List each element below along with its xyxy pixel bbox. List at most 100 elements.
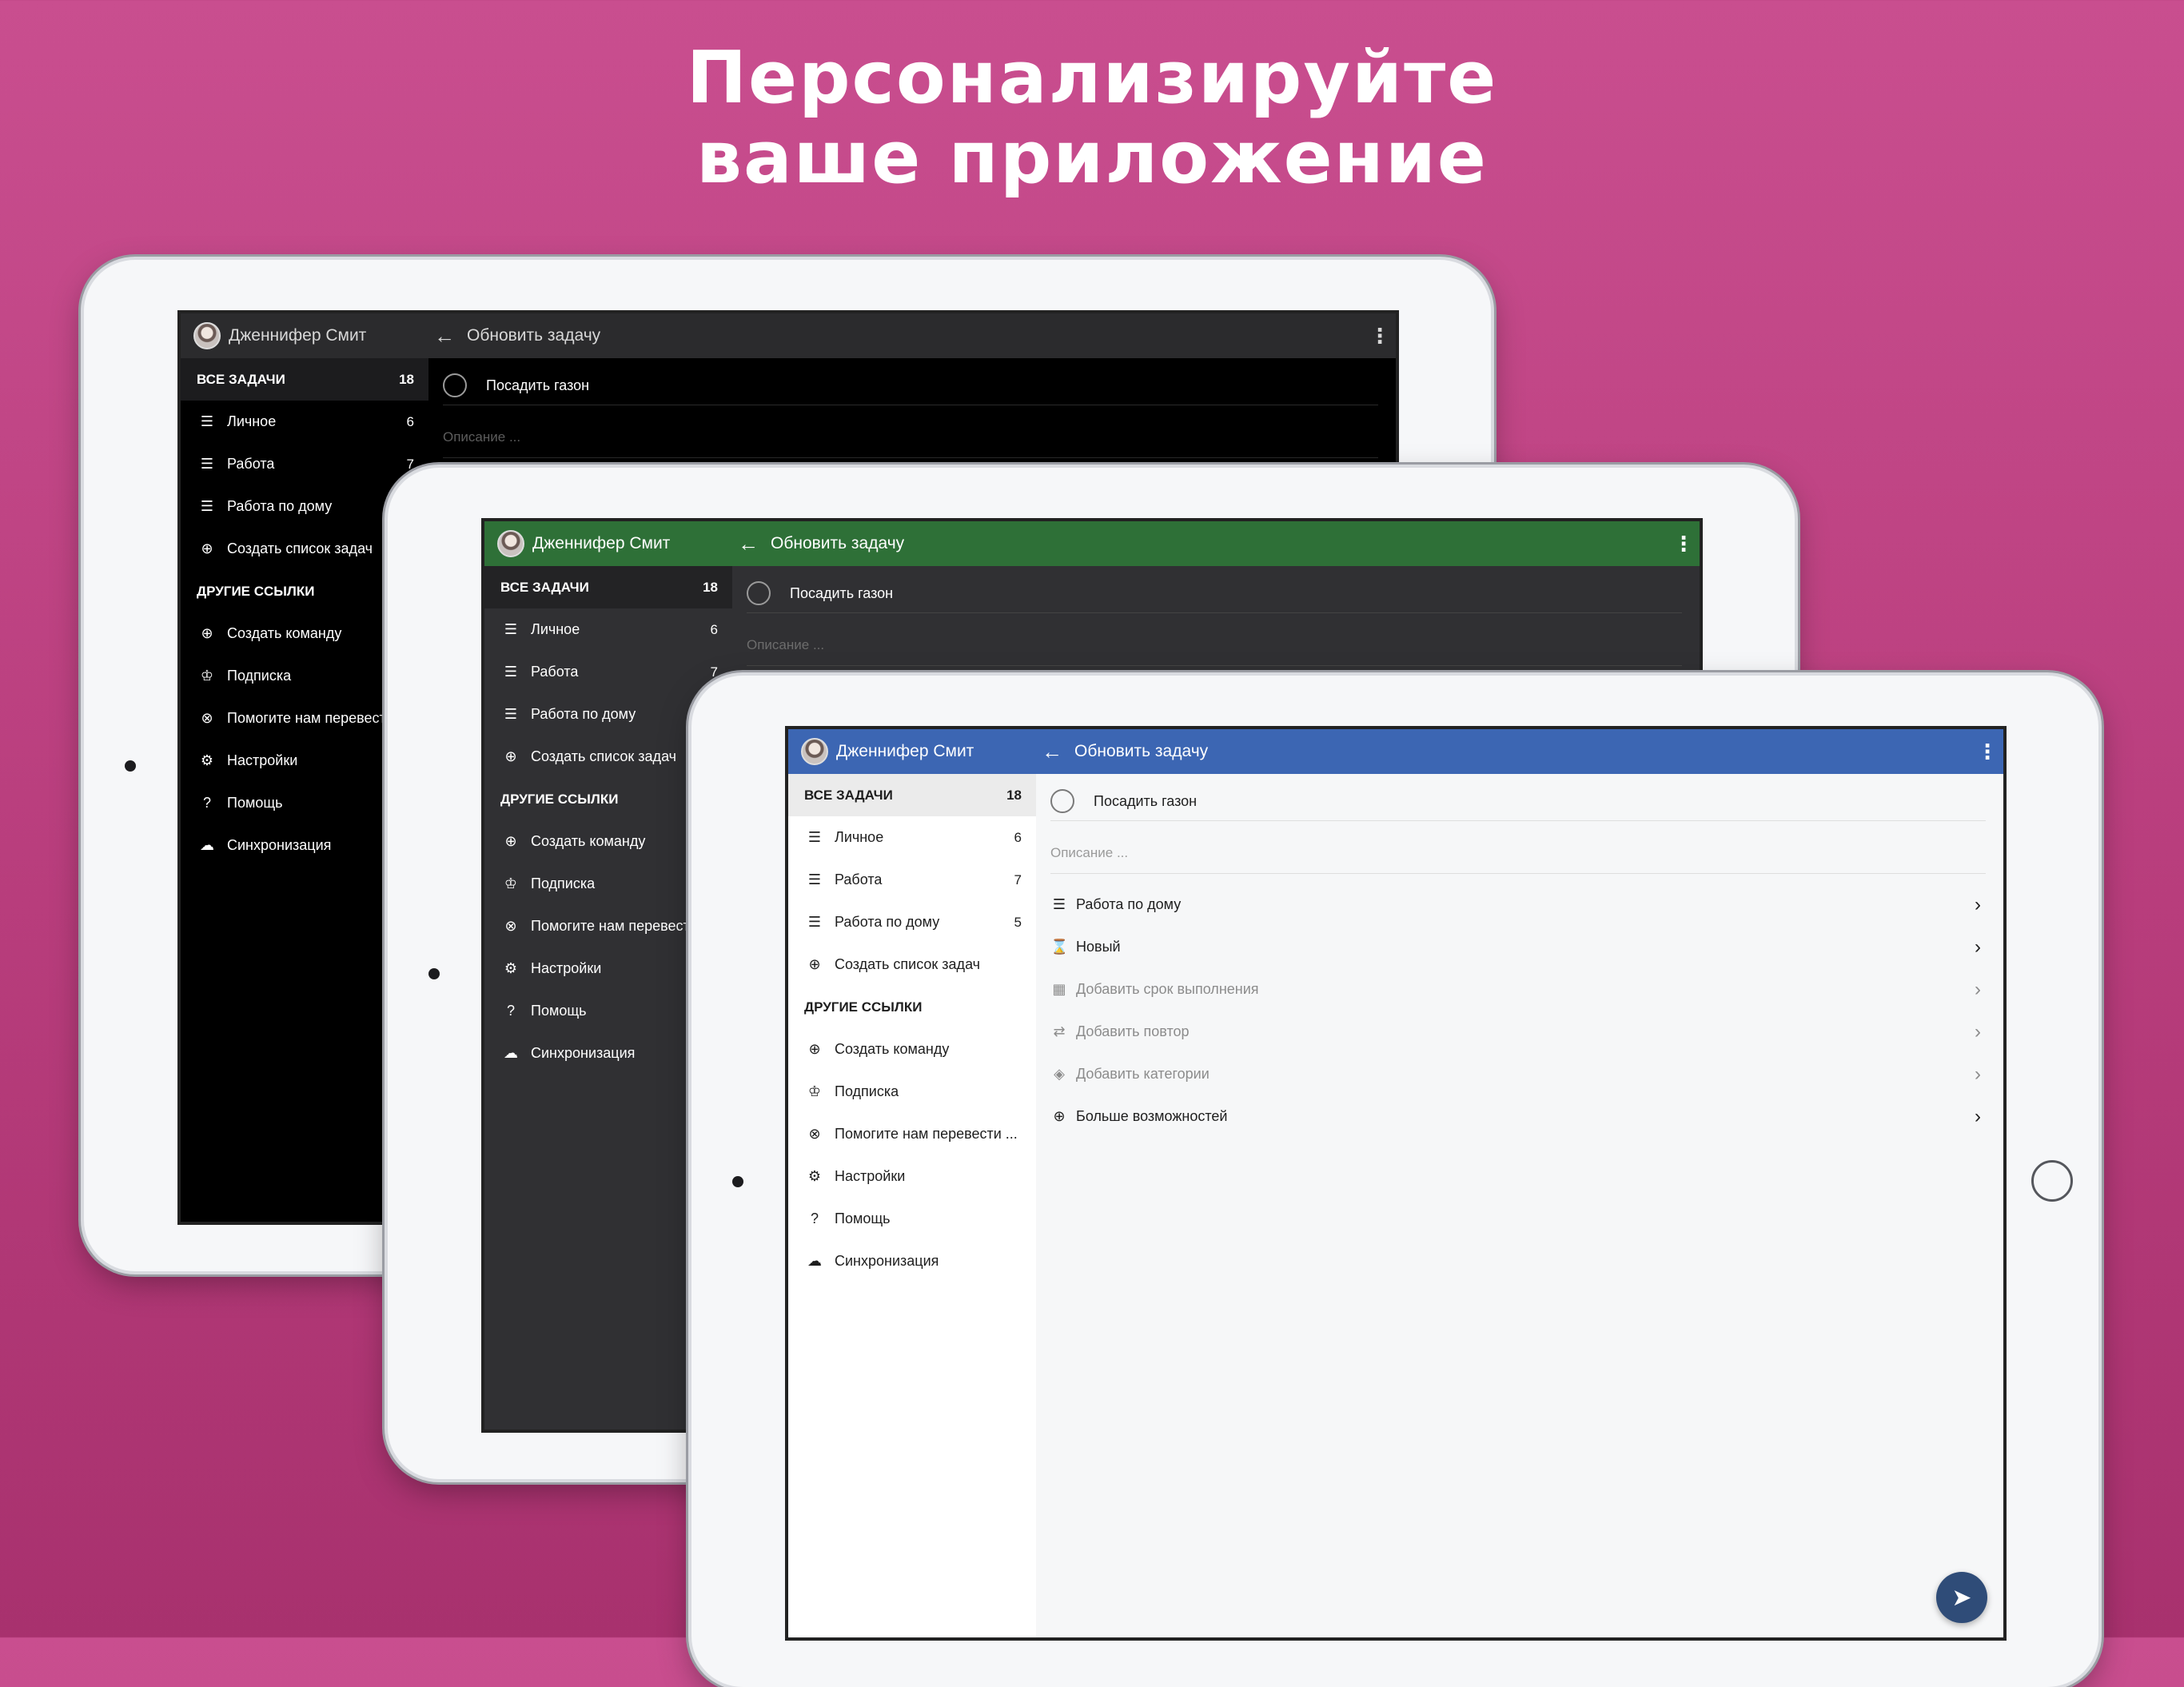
plus-circle-icon: ⊕ — [504, 833, 517, 849]
sidebar-item-create-list[interactable]: ⊕ Создать список задач — [788, 943, 1036, 986]
sidebar-item-label: Подписка — [835, 1083, 899, 1099]
sidebar-item-label: Помогите нам перевести ... — [531, 918, 714, 934]
option-repeat[interactable]: ⇄ Добавить повтор › — [1050, 1011, 1986, 1053]
avatar[interactable] — [497, 530, 524, 557]
task-title-row[interactable]: Посадить газон — [1050, 782, 1986, 821]
back-arrow-icon[interactable]: ← — [428, 324, 460, 349]
sidebar-item-label: Личное — [531, 621, 580, 637]
sidebar-item-label: Создать список задач — [531, 748, 677, 764]
task-complete-checkbox[interactable] — [747, 581, 771, 605]
cloud-upload-icon: ☁ — [504, 1045, 518, 1061]
sidebar-item-label: Синхронизация — [835, 1253, 939, 1269]
avatar[interactable] — [801, 738, 828, 765]
plus-circle-icon: ⊕ — [201, 625, 213, 641]
more-menu-icon[interactable]: ⋮ — [1668, 532, 1700, 556]
sidebar-item-translate[interactable]: ⊗ Помогите нам перевести ... — [788, 1113, 1036, 1155]
promo-headline: Персонализируйте ваше приложение — [0, 38, 2184, 198]
sidebar-item-label: Настройки — [531, 960, 602, 976]
task-count: 18 — [703, 579, 718, 595]
list-icon: ☰ — [807, 829, 822, 845]
task-complete-checkbox[interactable] — [1050, 789, 1074, 813]
option-label: Добавить срок выполнения — [1076, 981, 1259, 997]
option-due-date[interactable]: ▦ Добавить срок выполнения › — [1050, 968, 1986, 1011]
avatar[interactable] — [193, 322, 221, 349]
profile-header[interactable]: Дженнифер Смит — [788, 729, 1036, 774]
headline-line-2: ваше приложение — [696, 116, 1488, 200]
globe-icon: ⊗ — [504, 918, 517, 934]
option-status[interactable]: ⌛ Новый › — [1050, 926, 1986, 968]
sidebar-item-label: Создать команду — [227, 625, 342, 641]
sidebar-item-all-tasks[interactable]: ВСЕ ЗАДАЧИ 18 — [788, 774, 1036, 816]
sidebar-item-label: Создать список задач — [835, 956, 981, 972]
task-count: 7 — [406, 456, 414, 472]
description-input[interactable]: Описание ... — [1050, 833, 1986, 874]
chevron-right-icon: › — [1975, 893, 1981, 915]
sidebar-item-subscription[interactable]: ♔ Подписка — [788, 1071, 1036, 1113]
task-title[interactable]: Посадить газон — [790, 585, 893, 602]
sidebar-item-label: Помогите нам перевести ... — [227, 710, 410, 726]
sidebar-item-work[interactable]: ☰ Работа 7 — [484, 651, 732, 693]
task-count: 6 — [710, 621, 718, 637]
calendar-icon: ▦ — [1052, 981, 1066, 997]
sidebar-item-create-team[interactable]: ⊕ Создать команду — [788, 1028, 1036, 1071]
sidebar-item-personal[interactable]: ☰ Личное 6 — [788, 816, 1036, 859]
globe-icon: ⊗ — [808, 1126, 821, 1142]
task-count: 6 — [1014, 829, 1022, 845]
back-arrow-icon[interactable]: ← — [1036, 740, 1068, 764]
description-input[interactable]: Описание ... — [443, 417, 1378, 458]
profile-header[interactable]: Дженнифер Смит — [484, 521, 732, 566]
task-title[interactable]: Посадить газон — [1094, 793, 1197, 810]
profile-header[interactable]: Дженнифер Смит — [181, 313, 428, 358]
chevron-right-icon: › — [1975, 1020, 1981, 1043]
plus-circle-icon: ⊕ — [808, 956, 821, 972]
sidebar-item-label: Настройки — [835, 1168, 906, 1184]
sidebar-item-personal[interactable]: ☰ Личное 6 — [484, 608, 732, 651]
sidebar-item-housework[interactable]: ☰ Работа по дому 5 — [788, 901, 1036, 943]
sidebar-item-settings[interactable]: ⚙ Настройки — [788, 1155, 1036, 1198]
chevron-right-icon: › — [1975, 1105, 1981, 1127]
globe-icon: ⊗ — [201, 710, 213, 726]
task-count: 18 — [399, 371, 414, 387]
home-button[interactable] — [2031, 1160, 2073, 1202]
option-list-assignment[interactable]: ☰ Работа по дому › — [1050, 883, 1986, 926]
list-icon: ☰ — [807, 914, 822, 930]
sidebar-item-label: Синхронизация — [531, 1045, 636, 1061]
task-count: 5 — [1014, 914, 1022, 930]
task-title[interactable]: Посадить газон — [486, 377, 589, 394]
task-complete-checkbox[interactable] — [443, 373, 467, 397]
list-icon: ☰ — [1052, 896, 1066, 912]
sidebar-item-work[interactable]: ☰ Работа 7 — [788, 859, 1036, 901]
sidebar-item-label: Помощь — [531, 1003, 587, 1019]
send-button[interactable]: ➤ — [1936, 1572, 1987, 1623]
task-title-row[interactable]: Посадить газон — [443, 366, 1378, 405]
sidebar-item-label: ВСЕ ЗАДАЧИ — [197, 371, 285, 387]
cloud-upload-icon: ☁ — [807, 1253, 822, 1269]
sidebar-item-all-tasks[interactable]: ВСЕ ЗАДАЧИ 18 — [181, 358, 428, 401]
user-name: Дженнифер Смит — [229, 326, 367, 345]
chevron-right-icon: › — [1975, 935, 1981, 958]
back-arrow-icon[interactable]: ← — [732, 532, 764, 556]
task-title-row[interactable]: Посадить газон — [747, 574, 1682, 613]
more-menu-icon[interactable]: ⋮ — [1971, 740, 2003, 764]
sidebar: ВСЕ ЗАДАЧИ 18 ☰ Личное 6 ☰ Работа 7 ☰ Работа п… — [788, 774, 1037, 1637]
description-input[interactable]: Описание ... — [747, 625, 1682, 666]
sidebar-item-help[interactable]: ? Помощь — [788, 1198, 1036, 1240]
task-options-list: ☰ Работа по дому › ⌛ Новый › ▦ Добавить срок … — [1050, 883, 1986, 1138]
sidebar-item-label: Работа — [835, 871, 883, 887]
sidebar-item-label: ВСЕ ЗАДАЧИ — [804, 787, 893, 803]
option-label: Больше возможностей — [1076, 1108, 1228, 1124]
task-count: 7 — [710, 664, 718, 680]
option-categories[interactable]: ◈ Добавить категории › — [1050, 1053, 1986, 1095]
more-menu-icon[interactable]: ⋮ — [1364, 324, 1396, 349]
sidebar-item-personal[interactable]: ☰ Личное 6 — [181, 401, 428, 443]
help-icon: ? — [506, 1003, 515, 1019]
list-icon: ☰ — [200, 413, 214, 429]
tablet-camera — [732, 1176, 743, 1187]
sidebar-item-label: Помогите нам перевести ... — [835, 1126, 1018, 1142]
sidebar-item-label: Создать список задач — [227, 540, 373, 556]
sidebar-item-label: Создать команду — [531, 833, 646, 849]
sidebar-item-work[interactable]: ☰ Работа 7 — [181, 443, 428, 485]
option-more[interactable]: ⊕ Больше возможностей › — [1050, 1095, 1986, 1138]
sidebar-item-sync[interactable]: ☁ Синхронизация — [788, 1240, 1036, 1282]
sidebar-item-all-tasks[interactable]: ВСЕ ЗАДАЧИ 18 — [484, 566, 732, 608]
